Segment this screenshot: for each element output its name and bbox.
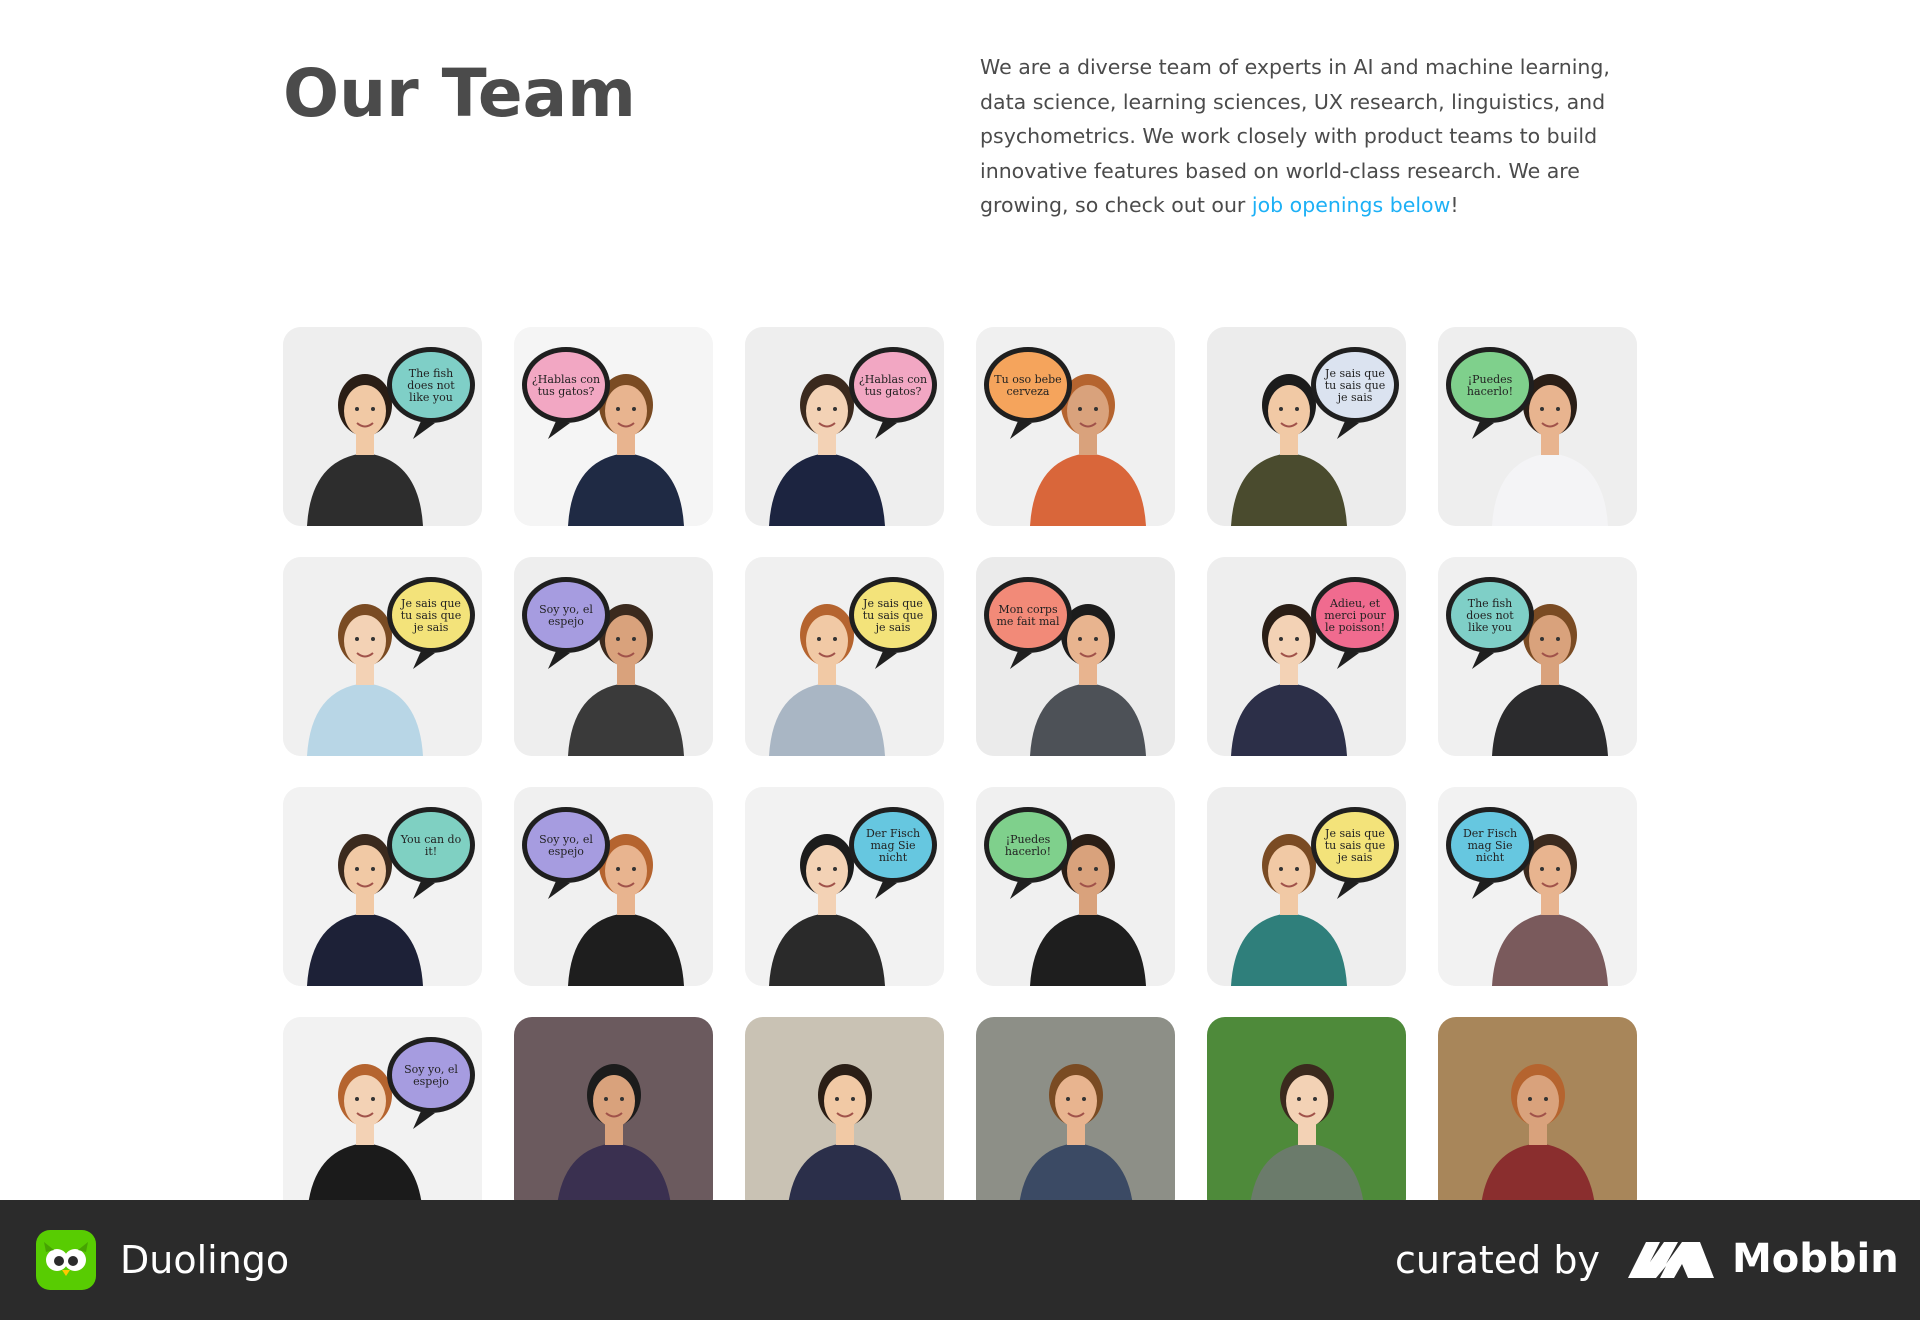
team-member-photo: ¡Puedes hacerlo! [1438, 327, 1637, 526]
svg-text:¿Hablas contus gatos?: ¿Hablas con tus gatos? [532, 373, 600, 398]
team-member-photo: The fish does not like you [1438, 557, 1637, 756]
team-member-photo: Soy yo, el espejo [283, 1017, 482, 1200]
team-member-photo: Je sais que tu sais que je sais [745, 557, 944, 756]
job-openings-link[interactable]: job openings below [1252, 193, 1450, 217]
team-member-photo [514, 1017, 713, 1200]
duolingo-owl-icon [36, 1230, 96, 1290]
team-member-photo: ¿Hablas con tus gatos? [745, 327, 944, 526]
team-member-photo: Adieu, et merci pour le poisson! [1207, 557, 1406, 756]
page: Our Team We are a diverse team of expert… [0, 0, 1920, 1320]
svg-text:Adieu, etmerci pourle poisson!: Adieu, et merci pour le poisson! [1324, 597, 1386, 634]
mobbin-logo-icon [1626, 1238, 1716, 1282]
svg-text:Mon corpsme fait mal: Mon corps me fait mal [996, 603, 1059, 628]
team-photo-grid: The fish does not like you ¿Hablas con tus g… [283, 327, 1637, 1200]
team-member-photo: Soy yo, el espejo [514, 557, 713, 756]
team-member-photo: Je sais que tu sais que je sais [1207, 787, 1406, 986]
svg-text:¿Hablas contus gatos?: ¿Hablas con tus gatos? [859, 373, 927, 398]
curated-by-label: curated by [1395, 1238, 1600, 1282]
team-intro: We are a diverse team of experts in AI a… [980, 50, 1640, 223]
team-member-photo: Der Fisch mag Sie nicht [745, 787, 944, 986]
team-member-photo [745, 1017, 944, 1200]
team-member-photo: Tu oso bebe cerveza [976, 327, 1175, 526]
team-member-photo: ¡Puedes hacerlo! [976, 787, 1175, 986]
team-member-photo: ¿Hablas con tus gatos? [514, 327, 713, 526]
svg-text:The fishdoes notlike you: The fish does not like you [407, 367, 455, 404]
team-member-photo: The fish does not like you [283, 327, 482, 526]
svg-text:¡Puedeshacerlo!: ¡Puedes hacerlo! [1467, 373, 1513, 398]
page-title: Our Team [283, 55, 636, 132]
footer-bar: Duolingo curated by Mobbin [0, 1200, 1920, 1320]
team-member-photo: Je sais que tu sais que je sais [283, 557, 482, 756]
team-member-photo [1438, 1017, 1637, 1200]
team-member-photo [1207, 1017, 1406, 1200]
team-member-photo [976, 1017, 1175, 1200]
team-member-photo: Je sais que tu sais que je sais [1207, 327, 1406, 526]
team-member-photo: Der Fisch mag Sie nicht [1438, 787, 1637, 986]
app-name: Duolingo [120, 1238, 290, 1282]
team-member-photo: Soy yo, el espejo [514, 787, 713, 986]
svg-text:¡Puedeshacerlo!: ¡Puedes hacerlo! [1005, 833, 1051, 858]
team-member-photo: Mon corps me fait mal [976, 557, 1175, 756]
team-member-photo: You can do it! [283, 787, 482, 986]
mobbin-brand-name: Mobbin [1732, 1236, 1899, 1282]
intro-text-end: ! [1450, 193, 1459, 218]
svg-text:The fishdoes notlike you: The fish does not like you [1466, 597, 1514, 634]
